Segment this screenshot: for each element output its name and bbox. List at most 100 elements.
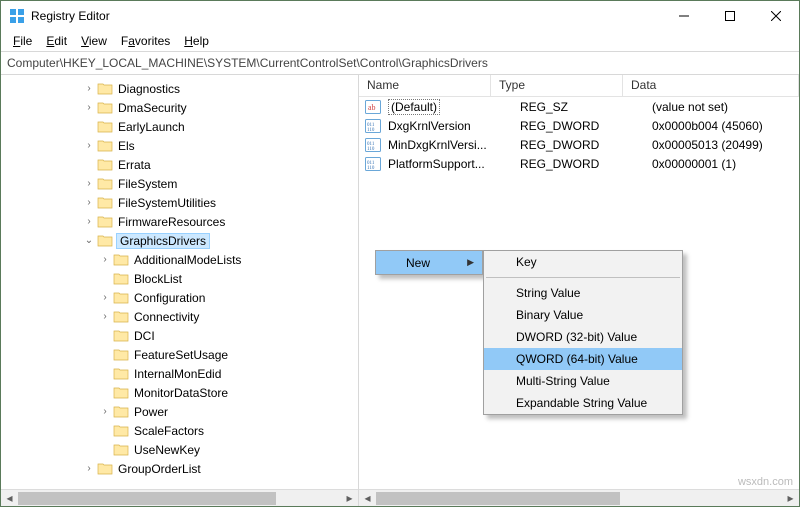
- scroll-track[interactable]: [376, 490, 782, 507]
- tree-item-label: FirmwareResources: [116, 215, 227, 229]
- value-row[interactable]: MinDxgKrnlVersi...REG_DWORD0x00005013 (2…: [359, 135, 799, 154]
- list-hscrollbar[interactable]: ◂ ▸: [359, 489, 799, 506]
- menu-view[interactable]: View: [75, 33, 113, 49]
- tree-item-label: AdditionalModeLists: [132, 253, 243, 267]
- new-submenu: Key String Value Binary Value DWORD (32-…: [483, 250, 683, 415]
- folder-icon: [113, 290, 129, 306]
- tree-pane: › Diagnostics › DmaSecurity EarlyLaunch ›ElsE…: [1, 75, 359, 506]
- submenu-key[interactable]: Key: [484, 251, 682, 273]
- menu-edit[interactable]: Edit: [40, 33, 73, 49]
- window-title: Registry Editor: [31, 9, 110, 23]
- tree-hscrollbar[interactable]: ◂ ▸: [1, 489, 358, 506]
- tree-item-label: UseNewKey: [132, 443, 202, 457]
- folder-icon: [113, 385, 129, 401]
- folder-icon: [113, 328, 129, 344]
- tree-item[interactable]: EarlyLaunch: [1, 117, 358, 136]
- close-button[interactable]: [753, 1, 799, 31]
- chevron-right-icon[interactable]: ›: [97, 406, 113, 417]
- chevron-right-icon[interactable]: ›: [81, 197, 97, 208]
- menu-file[interactable]: File: [7, 33, 38, 49]
- tree-item[interactable]: › Diagnostics: [1, 79, 358, 98]
- scroll-track[interactable]: [18, 490, 341, 507]
- context-menu-new[interactable]: New ▶: [376, 251, 482, 274]
- chevron-right-icon[interactable]: ›: [81, 102, 97, 113]
- folder-icon: [97, 461, 113, 477]
- submenu-expand[interactable]: Expandable String Value: [484, 392, 682, 414]
- tree-item[interactable]: ›FileSystem: [1, 174, 358, 193]
- col-name[interactable]: Name: [359, 75, 491, 96]
- menu-help[interactable]: Help: [178, 33, 215, 49]
- value-row[interactable]: (Default)REG_SZ(value not set): [359, 97, 799, 116]
- value-row[interactable]: DxgKrnlVersionREG_DWORD0x0000b004 (45060…: [359, 116, 799, 135]
- context-menu: New ▶: [375, 250, 483, 275]
- tree-item[interactable]: UseNewKey: [1, 440, 358, 459]
- values-pane: Name Type Data (Default)REG_SZ(value not…: [359, 75, 799, 506]
- tree-item[interactable]: MonitorDataStore: [1, 383, 358, 402]
- tree-item[interactable]: DCI: [1, 326, 358, 345]
- folder-icon: [113, 271, 129, 287]
- col-data[interactable]: Data: [623, 75, 799, 96]
- tree-item[interactable]: ›Power: [1, 402, 358, 421]
- value-name: DxgKrnlVersion: [382, 119, 514, 133]
- folder-icon: [113, 309, 129, 325]
- tree-item[interactable]: ›Els: [1, 136, 358, 155]
- tree-item[interactable]: Errata: [1, 155, 358, 174]
- tree-item-label: EarlyLaunch: [116, 120, 187, 134]
- binary-value-icon: [365, 118, 381, 134]
- submenu-binary[interactable]: Binary Value: [484, 304, 682, 326]
- tree-item[interactable]: ›GroupOrderList: [1, 459, 358, 478]
- chevron-right-icon[interactable]: ›: [97, 254, 113, 265]
- scroll-right-button[interactable]: ▸: [782, 490, 799, 507]
- col-type[interactable]: Type: [491, 75, 623, 96]
- tree-item[interactable]: FeatureSetUsage: [1, 345, 358, 364]
- watermark: wsxdn.com: [738, 476, 793, 488]
- tree-item[interactable]: ›Connectivity: [1, 307, 358, 326]
- chevron-down-icon[interactable]: ⌄: [81, 235, 97, 246]
- value-name: PlatformSupport...: [382, 157, 514, 171]
- address-bar[interactable]: Computer\HKEY_LOCAL_MACHINE\SYSTEM\Curre…: [1, 51, 799, 75]
- tree-item[interactable]: ScaleFactors: [1, 421, 358, 440]
- chevron-right-icon[interactable]: ›: [81, 216, 97, 227]
- minimize-icon: [679, 11, 689, 21]
- folder-icon: [97, 81, 113, 97]
- maximize-button[interactable]: [707, 1, 753, 31]
- scroll-left-button[interactable]: ◂: [1, 490, 18, 507]
- value-row[interactable]: PlatformSupport...REG_DWORD0x00000001 (1…: [359, 154, 799, 173]
- folder-icon: [113, 442, 129, 458]
- submenu-qword[interactable]: QWORD (64-bit) Value: [484, 348, 682, 370]
- tree-item[interactable]: › AdditionalModeLists: [1, 250, 358, 269]
- chevron-right-icon[interactable]: ›: [81, 178, 97, 189]
- tree-item-label: FileSystemUtilities: [116, 196, 218, 210]
- binary-value-icon: [365, 156, 381, 172]
- value-type: REG_DWORD: [514, 119, 646, 133]
- minimize-button[interactable]: [661, 1, 707, 31]
- chevron-right-icon[interactable]: ›: [97, 292, 113, 303]
- tree-item[interactable]: BlockList: [1, 269, 358, 288]
- tree-item-label: MonitorDataStore: [132, 386, 230, 400]
- tree-item-label: Diagnostics: [116, 82, 182, 96]
- chevron-right-icon[interactable]: ›: [97, 311, 113, 322]
- submenu-string[interactable]: String Value: [484, 282, 682, 304]
- folder-icon: [97, 100, 113, 116]
- tree-item[interactable]: InternalMonEdid: [1, 364, 358, 383]
- maximize-icon: [725, 11, 735, 21]
- key-tree[interactable]: › Diagnostics › DmaSecurity EarlyLaunch ›ElsE…: [1, 75, 358, 489]
- scroll-right-button[interactable]: ▸: [341, 490, 358, 507]
- folder-icon: [113, 404, 129, 420]
- folder-icon: [97, 119, 113, 135]
- tree-item[interactable]: › FirmwareResources: [1, 212, 358, 231]
- tree-item[interactable]: › FileSystemUtilities: [1, 193, 358, 212]
- scroll-left-button[interactable]: ◂: [359, 490, 376, 507]
- tree-item[interactable]: ›Configuration: [1, 288, 358, 307]
- chevron-right-icon[interactable]: ›: [81, 463, 97, 474]
- folder-icon: [97, 138, 113, 154]
- chevron-right-icon[interactable]: ›: [81, 83, 97, 94]
- menu-favorites[interactable]: Favorites: [115, 33, 176, 49]
- tree-item[interactable]: ⌄GraphicsDrivers: [1, 231, 358, 250]
- menubar: File Edit View Favorites Help: [1, 31, 799, 51]
- submenu-multi[interactable]: Multi-String Value: [484, 370, 682, 392]
- tree-item-label: DmaSecurity: [116, 101, 189, 115]
- tree-item[interactable]: › DmaSecurity: [1, 98, 358, 117]
- chevron-right-icon[interactable]: ›: [81, 140, 97, 151]
- submenu-dword[interactable]: DWORD (32-bit) Value: [484, 326, 682, 348]
